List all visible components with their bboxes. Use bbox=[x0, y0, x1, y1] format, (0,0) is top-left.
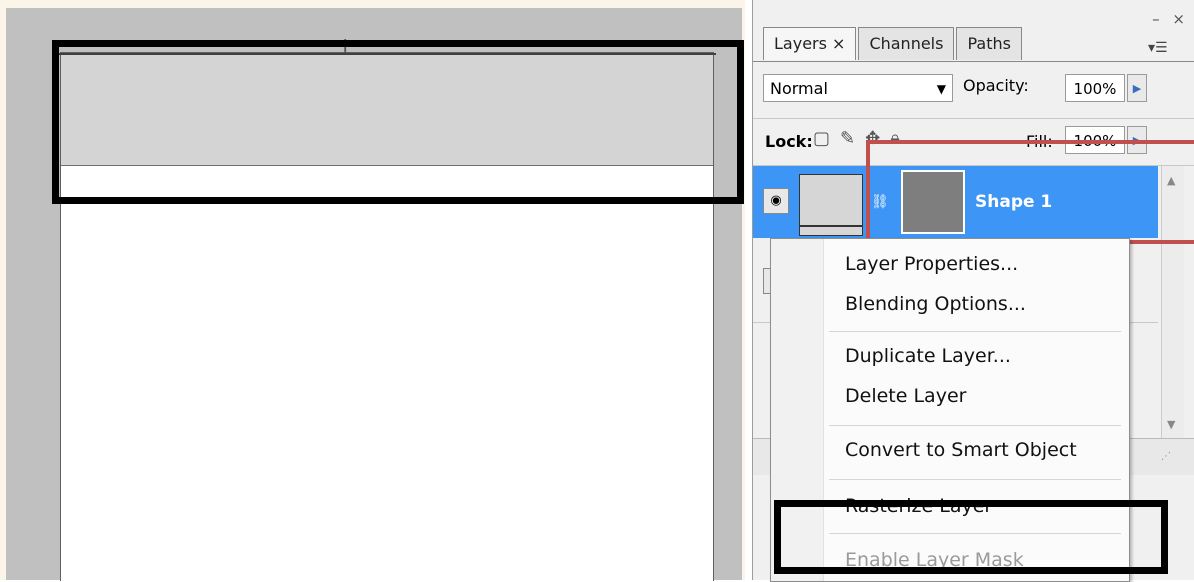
vector-mask-thumbnail[interactable] bbox=[901, 170, 965, 234]
tab-paths[interactable]: Paths bbox=[956, 27, 1022, 60]
annotation-line bbox=[866, 140, 870, 250]
lock-label: Lock: bbox=[765, 132, 813, 151]
menu-item-blending-options[interactable]: Blending Options... bbox=[845, 293, 1026, 315]
layers-scrollbar[interactable]: ▲ ▼ bbox=[1161, 166, 1184, 438]
menu-separator bbox=[829, 479, 1121, 480]
thumbnail-line bbox=[800, 225, 862, 227]
annotation-line bbox=[1124, 240, 1194, 244]
highlight-box-rasterize bbox=[774, 500, 1168, 574]
lock-all-icon[interactable]: 🔒︎ bbox=[890, 128, 910, 149]
blend-mode-select[interactable]: Normal ▼ bbox=[763, 74, 953, 102]
panel-menu-icon[interactable]: ▾☰ bbox=[1148, 40, 1168, 56]
scroll-down-icon[interactable]: ▼ bbox=[1167, 418, 1175, 431]
menu-item-layer-properties[interactable]: Layer Properties... bbox=[845, 253, 1018, 275]
opacity-label: Opacity: bbox=[963, 76, 1029, 95]
lock-image-icon[interactable]: ✎ bbox=[840, 128, 865, 149]
annotation-line bbox=[866, 140, 1194, 144]
chain-link-icon[interactable]: ⛓ bbox=[871, 194, 889, 210]
chevron-down-icon: ▼ bbox=[936, 82, 946, 96]
tab-channels[interactable]: Channels bbox=[858, 27, 955, 60]
tab-layers[interactable]: Layers × bbox=[763, 27, 857, 60]
lock-transparency-icon[interactable]: ▢ bbox=[813, 128, 840, 149]
eye-icon[interactable]: ◉ bbox=[763, 188, 789, 214]
layer-row-shape-1[interactable]: ◉ ⛓ Shape 1 bbox=[753, 166, 1158, 238]
blend-mode-value: Normal bbox=[770, 79, 828, 98]
layer-name[interactable]: Shape 1 bbox=[975, 192, 1052, 212]
panel-tabs: Layers × Channels Paths bbox=[763, 27, 1024, 61]
menu-item-duplicate-layer[interactable]: Duplicate Layer... bbox=[845, 345, 1011, 367]
canvas-area[interactable]: + bbox=[0, 0, 745, 581]
lock-options: ▢✎✥🔒︎ bbox=[813, 128, 910, 149]
menu-separator bbox=[829, 425, 1121, 426]
menu-item-convert-to-smart-object[interactable]: Convert to Smart Object bbox=[845, 439, 1077, 461]
highlight-box-shape bbox=[52, 40, 744, 204]
opacity-input[interactable]: 100% bbox=[1065, 74, 1125, 102]
menu-item-delete-layer[interactable]: Delete Layer bbox=[845, 385, 966, 407]
layer-thumbnail[interactable] bbox=[799, 174, 863, 236]
scroll-up-icon[interactable]: ▲ bbox=[1167, 174, 1175, 187]
divider bbox=[753, 118, 1194, 119]
panel-window-controls[interactable]: – × bbox=[1152, 10, 1189, 28]
opacity-slider-arrow-icon[interactable]: ▶ bbox=[1127, 74, 1147, 102]
resize-grip-icon[interactable]: ⋰ bbox=[1161, 451, 1171, 462]
menu-separator bbox=[829, 331, 1121, 332]
tabs-divider bbox=[753, 61, 1194, 62]
